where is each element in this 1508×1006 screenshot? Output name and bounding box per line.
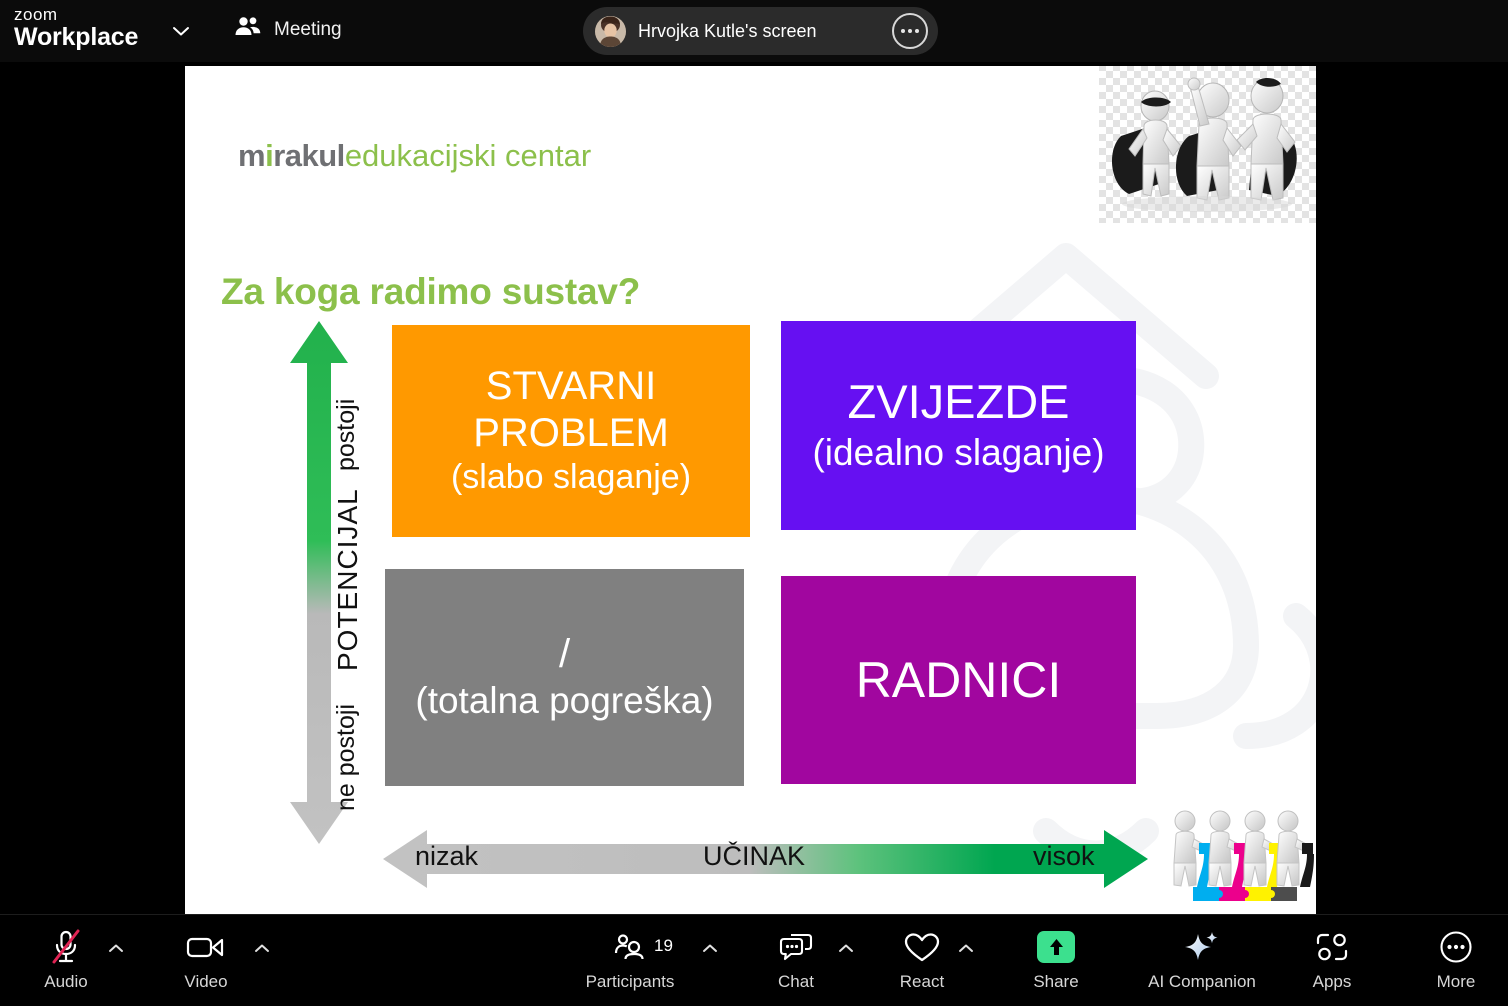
logo-part-m: m: [238, 138, 266, 173]
toolbar-label-ai-companion: AI Companion: [1148, 972, 1256, 991]
toolbar-label-share: Share: [1033, 972, 1079, 991]
meeting-toolbar: Audio Video Participants 19 Chat React S…: [0, 914, 1508, 1006]
toolbar-label-video: Video: [184, 972, 228, 991]
quadrant-title-line1: RADNICI: [855, 652, 1062, 708]
chevron-down-icon[interactable]: [172, 24, 190, 36]
quadrant-subtitle: (slabo slaganje): [450, 458, 692, 497]
toolbar-label-apps: Apps: [1312, 972, 1352, 991]
zoom-brand-line1: zoom: [14, 5, 58, 24]
ucinak-axis-arrow: [383, 826, 1148, 892]
toolbar-label-chat: Chat: [778, 972, 814, 991]
screen-share-indicator[interactable]: Hrvojka Kutle's screen: [583, 7, 938, 55]
toolbar-button-chat[interactable]: Chat: [750, 928, 842, 992]
quadrant-totalna-pogreska: / (totalna pogreška): [385, 569, 744, 786]
toolbar-button-audio[interactable]: Audio: [20, 928, 112, 992]
ellipsis-icon[interactable]: [892, 13, 928, 49]
quadrant-title-line1: /: [558, 632, 571, 677]
mirakul-logo: mirakuledukacijski centar: [238, 138, 591, 174]
cmyk-puzzle-figures-image: [1163, 805, 1316, 910]
quadrant-subtitle: (idealno slaganje): [812, 431, 1105, 473]
toolbar-label-more: More: [1436, 972, 1476, 991]
toolbar-button-react[interactable]: React: [876, 928, 968, 992]
chat-bubble-icon: [779, 928, 813, 966]
logo-part-subtitle: edukacijski centar: [344, 138, 592, 173]
apps-icon: [1315, 928, 1349, 966]
quadrant-title-line2: PROBLEM: [473, 410, 669, 455]
zoom-brand-line2: Workplace: [14, 22, 139, 51]
participants-icon: [614, 928, 646, 966]
quadrant-stvarni-problem: STVARNI PROBLEM (slabo slaganje): [392, 325, 750, 537]
quadrant-title-line1: ZVIJEZDE: [847, 375, 1070, 429]
user-avatar: [595, 15, 626, 47]
audio-options-chevron-icon[interactable]: [108, 941, 124, 952]
video-options-chevron-icon[interactable]: [254, 941, 270, 952]
ellipsis-circle-icon: [1439, 928, 1473, 966]
shared-screen-slide: mirakuledukacijski centar Za koga radimo…: [185, 66, 1316, 915]
page-title: Za koga radimo sustav?: [221, 271, 641, 312]
participants-count: 19: [654, 936, 673, 955]
react-options-chevron-icon[interactable]: [958, 941, 974, 952]
quadrant-radnici: RADNICI: [781, 576, 1136, 784]
share-screen-icon: [1037, 928, 1075, 966]
logo-part-rakul: rakul: [273, 138, 345, 173]
quadrant-subtitle: (totalna pogreška): [415, 679, 714, 721]
zoom-workplace-logo: zoom Workplace: [14, 6, 138, 50]
toolbar-button-ai-companion[interactable]: AI Companion: [1140, 928, 1264, 992]
meeting-label: Meeting: [274, 18, 342, 40]
ai-sparkle-icon: [1184, 928, 1220, 966]
quadrant-title-line1: STVARNI: [485, 364, 657, 409]
heart-icon: [904, 928, 940, 966]
participants-options-chevron-icon[interactable]: [702, 941, 718, 952]
toolbar-label-audio: Audio: [44, 972, 88, 991]
logo-part-i: i: [265, 138, 274, 173]
toolbar-button-share[interactable]: Share: [1010, 928, 1102, 992]
meeting-tab[interactable]: Meeting: [234, 16, 342, 43]
potencijal-axis-arrow: [288, 321, 350, 844]
toolbar-label-react: React: [899, 972, 945, 991]
video-camera-icon: [186, 928, 226, 966]
quadrant-zvijezde: ZVIJEZDE (idealno slaganje): [781, 321, 1136, 530]
toolbar-button-more[interactable]: More: [1410, 928, 1502, 992]
zoom-meeting-window: zoom Workplace Meeting Hrvojka Kutle's s…: [0, 0, 1508, 1006]
toolbar-label-participants: Participants: [585, 972, 675, 991]
toolbar-button-apps[interactable]: Apps: [1286, 928, 1378, 992]
participants-icon: [234, 16, 262, 43]
microphone-muted-icon: [49, 928, 83, 966]
top-bar: zoom Workplace Meeting Hrvojka Kutle's s…: [0, 0, 1508, 62]
screen-share-label: Hrvojka Kutle's screen: [638, 20, 817, 41]
chat-options-chevron-icon[interactable]: [838, 941, 854, 952]
superheroes-image: [1099, 66, 1316, 223]
toolbar-button-video[interactable]: Video: [160, 928, 252, 992]
